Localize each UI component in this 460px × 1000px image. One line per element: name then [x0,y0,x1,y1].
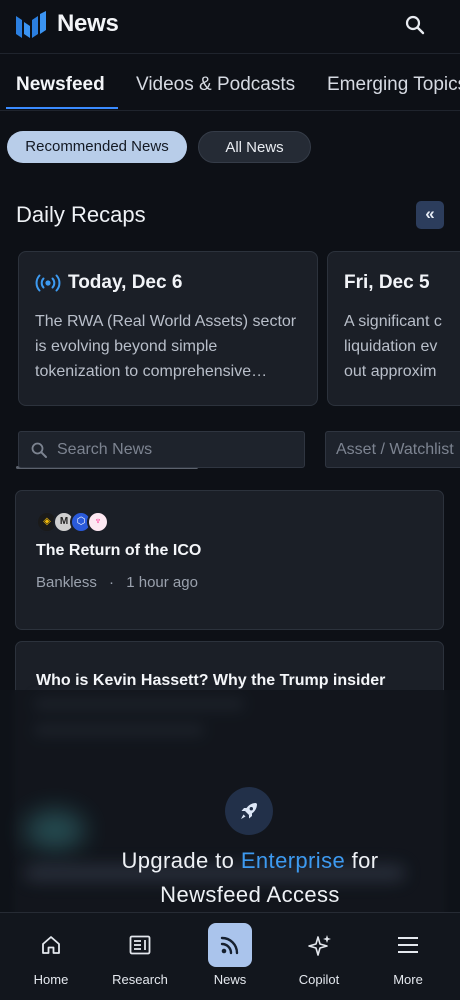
tab-bar: Newsfeed Videos & Podcasts Emerging Topi… [0,54,460,111]
nav-news[interactable]: News [185,913,275,1000]
nav-icon-container [297,923,341,967]
nav-label: News [213,972,247,987]
nav-label: Copilot [298,972,340,987]
recap-card-today[interactable]: Today, Dec 6 The RWA (Real World Assets)… [18,251,318,406]
app-title: News [57,10,119,37]
bottom-nav: Home Research News Copilot More [0,912,460,1000]
upgrade-line2: Newsfeed Access [160,882,340,907]
search-icon[interactable] [402,12,430,40]
nav-label: More [393,972,423,987]
recommended-news-chip[interactable]: Recommended News [7,131,187,163]
uniswap-icon: ♆ [87,511,109,533]
active-tab-indicator [6,107,118,109]
news-card[interactable]: ◈ M ⬡ ♆ The Return of the ICO Bankless ·… [15,490,444,630]
nav-home[interactable]: Home [6,913,96,1000]
nav-icon-container [386,923,430,967]
nav-more[interactable]: More [363,913,453,1000]
nav-icon-container [208,923,252,967]
recap-date-row: Today, Dec 6 [35,272,182,294]
asset-watchlist-placeholder: Asset / Watchlist [336,441,454,458]
nav-label: Home [33,972,69,987]
recap-date: Fri, Dec 5 [344,272,430,293]
tab-emerging-topics[interactable]: Emerging Topics [327,74,460,96]
brand-logo-icon[interactable] [14,10,48,40]
rocket-icon [225,787,273,835]
live-broadcast-icon [35,274,61,292]
upgrade-message: Upgrade to Enterprise for Newsfeed Acces… [0,844,460,912]
news-meta: Bankless · 1 hour ago [36,574,198,591]
recap-date-row: Fri, Dec 5 [344,272,430,294]
upgrade-post: for [345,848,379,873]
nav-label: Research [112,972,168,987]
search-news-field[interactable] [18,431,305,468]
home-icon [42,936,60,954]
token-icon-group: ◈ M ⬡ ♆ [36,511,109,533]
daily-recaps-title: Daily Recaps [16,202,146,227]
rss-icon [220,936,239,955]
news-title[interactable]: Who is Kevin Hassett? Why the Trump insi… [36,672,385,690]
paywall-overlay: Upgrade to Enterprise for Newsfeed Acces… [0,690,460,915]
sparkle-icon [308,935,331,956]
enterprise-link[interactable]: Enterprise [241,848,345,873]
news-title[interactable]: The Return of the ICO [36,542,201,560]
recap-summary: The RWA (Real World Assets) sector is ev… [35,313,297,380]
collapse-recaps-button[interactable]: « [416,201,444,229]
recap-card-fri[interactable]: Fri, Dec 5 A significant c liquidation e… [327,251,460,406]
nav-research[interactable]: Research [95,913,185,1000]
news-source: Bankless [36,574,97,591]
nav-icon-container [29,923,73,967]
top-bar: News [0,0,460,54]
all-news-chip[interactable]: All News [198,131,311,163]
menu-icon [398,937,418,953]
search-icon [31,442,47,458]
tab-newsfeed[interactable]: Newsfeed [16,74,105,96]
asset-watchlist-field[interactable]: Asset / Watchlist [325,431,460,468]
nav-icon-container [118,923,162,967]
research-icon [129,935,151,955]
nav-copilot[interactable]: Copilot [274,913,364,1000]
upgrade-pre: Upgrade to [121,848,241,873]
recap-summary: A significant c liquidation ev out appro… [344,313,442,380]
meta-separator: · [109,574,115,591]
recap-date: Today, Dec 6 [68,272,183,293]
search-news-input[interactable] [57,432,297,467]
news-time: 1 hour ago [126,574,198,591]
tab-videos-podcasts[interactable]: Videos & Podcasts [136,74,295,96]
